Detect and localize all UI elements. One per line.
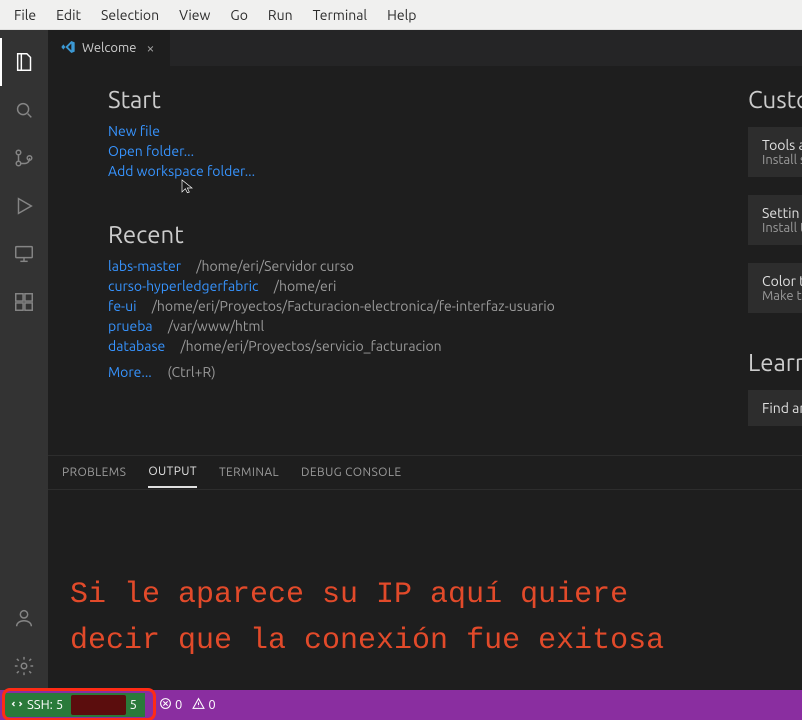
link-new-file[interactable]: New file	[108, 121, 668, 141]
card-tools[interactable]: Tools a Install s	[748, 127, 802, 177]
warning-icon	[192, 697, 205, 713]
recent-item: database /home/eri/Proyectos/servicio_fa…	[108, 336, 668, 356]
tab-title: Welcome	[82, 41, 136, 55]
card-settings[interactable]: Settin Install t	[748, 195, 802, 245]
link-open-folder[interactable]: Open folder...	[108, 141, 668, 161]
annotation-text: Si le aparece su IP aquí quiere decir qu…	[70, 572, 664, 664]
remote-explorer-icon[interactable]	[0, 230, 48, 278]
search-icon[interactable]	[0, 86, 48, 134]
recent-link[interactable]: prueba	[108, 318, 153, 334]
start-heading: Start	[108, 86, 668, 113]
recent-path: /home/eri/Servidor curso	[196, 258, 354, 274]
recent-more: More... (Ctrl+R)	[108, 356, 668, 381]
menu-selection[interactable]: Selection	[91, 3, 169, 27]
recent-link[interactable]: database	[108, 338, 165, 354]
card-tools-title: Tools a	[762, 137, 802, 153]
recent-list: labs-master /home/eri/Servidor curso cur…	[108, 256, 668, 356]
recent-item: curso-hyperledgerfabric /home/eri	[108, 276, 668, 296]
menu-help[interactable]: Help	[377, 3, 426, 27]
recent-link[interactable]: fe-ui	[108, 298, 137, 314]
remote-icon	[11, 698, 23, 713]
menu-view[interactable]: View	[169, 3, 220, 27]
status-errors[interactable]: 0	[159, 697, 182, 713]
vscode-tab-icon	[60, 39, 76, 58]
link-more-recent[interactable]: More...	[108, 364, 152, 380]
recent-item: fe-ui /home/eri/Proyectos/Facturacion-el…	[108, 296, 668, 316]
recent-path: /home/eri/Proyectos/Facturacion-electron…	[152, 298, 555, 314]
welcome-view: Start New file Open folder... Add worksp…	[48, 66, 802, 455]
welcome-customize-column: Custom Tools a Install s Settin Install …	[748, 86, 802, 444]
start-links: New file Open folder... Add workspace fo…	[108, 121, 668, 181]
recent-item: prueba /var/www/html	[108, 316, 668, 336]
recent-path: /var/www/html	[168, 318, 264, 334]
ssh-redacted-ip	[71, 695, 125, 715]
error-icon	[159, 697, 172, 713]
recent-more-hint: (Ctrl+R)	[167, 364, 215, 380]
recent-path: /home/eri/Proyectos/servicio_facturacion	[180, 338, 441, 354]
recent-link[interactable]: curso-hyperledgerfabric	[108, 278, 259, 294]
card-settings-sub: Install t	[762, 221, 802, 235]
menu-edit[interactable]: Edit	[46, 3, 91, 27]
menu-file[interactable]: File	[4, 3, 46, 27]
menu-bar: File Edit Selection View Go Run Terminal…	[0, 0, 802, 30]
card-color[interactable]: Color t Make t	[748, 263, 802, 313]
debug-icon[interactable]	[0, 182, 48, 230]
warning-count: 0	[208, 698, 215, 712]
card-learn-title: Find an	[762, 400, 802, 416]
recent-path: /home/eri	[274, 278, 337, 294]
menu-terminal[interactable]: Terminal	[303, 3, 378, 27]
learn-heading: Learn	[748, 349, 802, 376]
ssh-label-prefix: SSH: 5	[27, 698, 63, 712]
card-tools-sub: Install s	[762, 153, 802, 167]
panel-tab-debug-console[interactable]: DEBUG CONSOLE	[301, 458, 401, 487]
workbench: Welcome × Start New file Open folder... …	[0, 30, 802, 690]
error-count: 0	[175, 698, 182, 712]
account-icon[interactable]	[0, 594, 48, 642]
editor-tabs: Welcome ×	[48, 30, 802, 66]
status-warnings[interactable]: 0	[192, 697, 215, 713]
status-items: 0 0	[159, 697, 216, 713]
card-learn-find[interactable]: Find an	[748, 390, 802, 426]
close-icon[interactable]: ×	[142, 40, 158, 56]
panel-tabs: PROBLEMS OUTPUT TERMINAL DEBUG CONSOLE	[48, 456, 802, 490]
card-settings-title: Settin	[762, 205, 802, 221]
source-control-icon[interactable]	[0, 134, 48, 182]
tab-welcome[interactable]: Welcome ×	[48, 30, 171, 66]
panel-tab-output[interactable]: OUTPUT	[148, 457, 197, 488]
settings-gear-icon[interactable]	[0, 642, 48, 690]
recent-heading: Recent	[108, 221, 668, 248]
status-bar: SSH: 5 5 0 0	[0, 690, 802, 720]
activity-bar	[0, 30, 48, 690]
panel-tab-problems[interactable]: PROBLEMS	[62, 458, 126, 487]
menu-run[interactable]: Run	[258, 3, 303, 27]
customize-heading: Custom	[748, 86, 802, 113]
menu-go[interactable]: Go	[220, 3, 257, 27]
recent-link[interactable]: labs-master	[108, 258, 181, 274]
files-icon[interactable]	[0, 38, 48, 86]
card-color-sub: Make t	[762, 289, 802, 303]
ssh-label-suffix: 5	[130, 698, 137, 712]
extensions-icon[interactable]	[0, 278, 48, 326]
recent-item: labs-master /home/eri/Servidor curso	[108, 256, 668, 276]
remote-ssh-indicator[interactable]: SSH: 5 5	[5, 693, 145, 717]
panel-tab-terminal[interactable]: TERMINAL	[219, 458, 279, 487]
editor-area: Welcome × Start New file Open folder... …	[48, 30, 802, 690]
bottom-panel: PROBLEMS OUTPUT TERMINAL DEBUG CONSOLE S…	[48, 455, 802, 690]
card-color-title: Color t	[762, 273, 802, 289]
link-add-workspace[interactable]: Add workspace folder...	[108, 161, 668, 181]
